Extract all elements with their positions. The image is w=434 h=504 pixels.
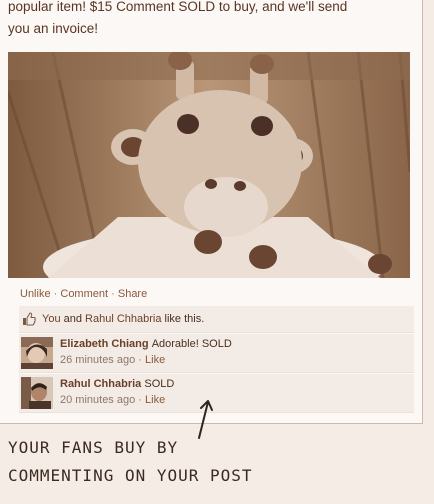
annotation-line2: COMMENTING ON YOUR POST [8,466,253,485]
post-text-line1: popular item! $15 Comment SOLD to buy, a… [8,0,348,14]
unlike-link[interactable]: Unlike [20,288,51,300]
separator: · [111,288,115,300]
comment-timestamp[interactable]: 20 minutes ago [60,394,135,406]
comment-link[interactable]: Comment [60,288,108,300]
avatar-elizabeth-icon [21,337,53,369]
comment-like-link[interactable]: Like [145,394,165,406]
post-actions: Unlike · Comment · Share [20,288,147,300]
separator: · [138,354,142,366]
comment-text: Elizabeth Chiang Adorable! SOLD [60,338,232,350]
likes-suffix: like this. [164,313,205,325]
comment-author[interactable]: Rahul Chhabria [60,378,141,390]
annotation-line1: YOUR FANS BUY BY [8,438,179,457]
likes-summary: You and Rahul Chhabria like this. [19,306,414,333]
like-user-you[interactable]: You [42,313,61,325]
comment-meta: 26 minutes ago · Like [60,354,165,366]
post-text: popular item! $15 Comment SOLD to buy, a… [8,0,414,40]
post-text-line2: you an invoice! [8,21,99,36]
like-user-rahul[interactable]: Rahul Chhabria [85,313,161,325]
post-card: popular item! $15 Comment SOLD to buy, a… [0,0,423,424]
comment-timestamp[interactable]: 26 minutes ago [60,354,135,366]
comment-meta: 20 minutes ago · Like [60,394,165,406]
comment-body: SOLD [144,378,175,390]
comment-body: Adorable! SOLD [151,338,232,350]
comment-text: Rahul Chhabria SOLD [60,378,174,390]
separator: · [138,394,142,406]
comment-item: Elizabeth Chiang Adorable! SOLD 26 minut… [19,334,414,373]
thumbs-up-icon [23,312,36,326]
crochet-giraffe-photo [8,52,410,278]
avatar[interactable] [21,337,53,369]
avatar-rahul-icon [21,377,53,409]
share-link[interactable]: Share [118,288,147,300]
likes-conjunction: and [63,313,82,325]
annotation-caption: YOUR FANS BUY BY COMMENTING ON YOUR POST [8,434,253,490]
comment-author[interactable]: Elizabeth Chiang [60,338,149,350]
comment-like-link[interactable]: Like [145,354,165,366]
separator: · [53,288,58,300]
post-photo[interactable] [8,52,410,278]
avatar[interactable] [21,377,53,409]
